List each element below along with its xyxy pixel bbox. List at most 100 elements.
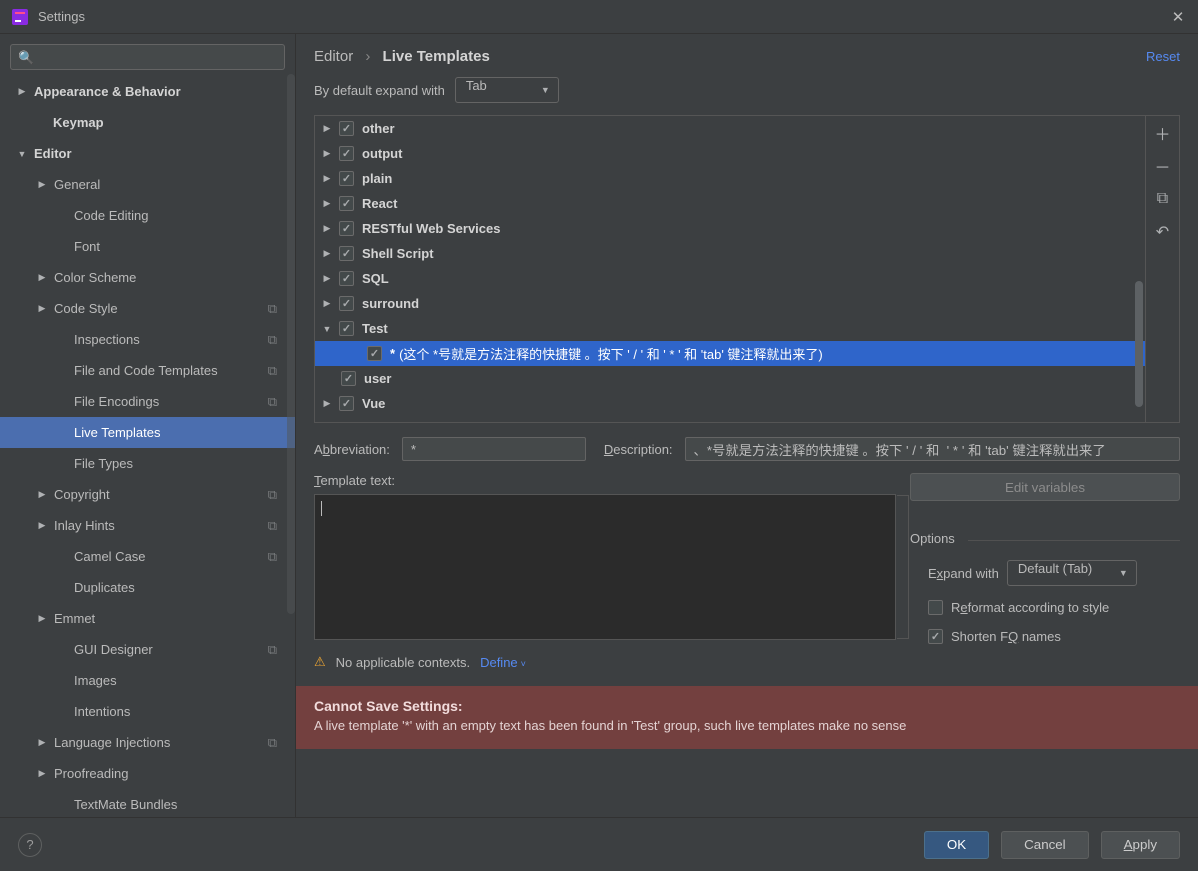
template-checkbox[interactable]: ✓ [339,221,354,236]
template-checkbox[interactable]: ✓ [339,321,354,336]
template-group-user[interactable]: ✓ user [315,366,1145,391]
expand-with-select-2[interactable]: Default (Tab) ▼ [1007,560,1137,586]
template-label: * [390,346,395,361]
template-checkbox[interactable]: ✓ [339,271,354,286]
define-link[interactable]: Define˅ [480,655,526,670]
sidebar-label: TextMate Bundles [74,797,277,812]
search-input[interactable] [10,44,285,70]
template-group-surround[interactable]: ▶✓surround [315,291,1145,316]
template-group--[interactable]: ✓* (这个 *号就是方法注释的快捷键 。按下 ' / ' 和 ' * ' 和 … [315,341,1145,366]
breadcrumb-current: Live Templates [383,48,490,65]
sidebar-item-live-templates[interactable]: Live Templates [0,417,295,448]
template-checkbox[interactable]: ✓ [339,146,354,161]
shorten-fq-checkbox[interactable]: ✓ [928,629,943,644]
footer: ? OK Cancel Apply [0,817,1198,871]
scrollbar[interactable] [897,495,909,639]
chevron-down-icon: ▼ [1119,568,1128,578]
template-group-output[interactable]: ▶✓output [315,141,1145,166]
scrollbar[interactable] [287,74,295,614]
sidebar-label: Editor [34,146,277,161]
sidebar-item-images[interactable]: Images [0,665,295,696]
abbreviation-input[interactable] [402,437,586,461]
help-button[interactable]: ? [18,833,42,857]
template-checkbox[interactable]: ✓ [339,296,354,311]
sidebar-item-color-scheme[interactable]: ▶Color Scheme [0,262,295,293]
sidebar-item-keymap[interactable]: Keymap [0,107,295,138]
sidebar-item-file-types[interactable]: File Types [0,448,295,479]
sidebar-label: GUI Designer [74,642,268,657]
sidebar-item-gui-designer[interactable]: GUI Designer⧉ [0,634,295,665]
add-button[interactable]: ＋ [1146,116,1180,149]
sidebar-item-font[interactable]: Font [0,231,295,262]
sidebar-item-appearance-behavior[interactable]: ▶Appearance & Behavior [0,76,295,107]
template-checkbox[interactable]: ✓ [339,121,354,136]
sidebar-label: Emmet [54,611,277,626]
template-group-shell-script[interactable]: ▶✓Shell Script [315,241,1145,266]
chevron-down-icon: ▼ [541,85,550,95]
template-group-react[interactable]: ▶ ✓ React [315,191,1145,216]
template-checkbox[interactable]: ✓ [339,196,354,211]
sidebar-item-camel-case[interactable]: Camel Case⧉ [0,541,295,572]
copy-button[interactable]: ⧉ [1146,182,1180,215]
sidebar-item-textmate-bundles[interactable]: TextMate Bundles [0,789,295,817]
template-group-vue[interactable]: ▶✓Vue [315,391,1145,416]
sidebar-label: Inspections [74,332,268,347]
template-label: RESTful Web Services [362,221,500,236]
sidebar-item-file-encodings[interactable]: File Encodings⧉ [0,386,295,417]
sidebar-item-intentions[interactable]: Intentions [0,696,295,727]
template-tree[interactable]: ▶✓other▶✓output▶✓plain▶✓React▶✓RESTful W… [315,116,1145,422]
breadcrumb-root: Editor [314,48,353,65]
template-label: React [362,196,397,211]
scope-icon: ⧉ [268,549,277,565]
sidebar-item-file-and-code-templates[interactable]: File and Code Templates⧉ [0,355,295,386]
scope-icon: ⧉ [268,332,277,348]
template-group-restful-web-services[interactable]: ▶✓RESTful Web Services [315,216,1145,241]
warning-icon: ⚠ [314,654,326,670]
reformat-checkbox[interactable] [928,600,943,615]
app-icon [12,9,28,25]
sidebar-label: Appearance & Behavior [34,84,277,99]
description-input[interactable] [685,437,1180,461]
scrollbar[interactable] [1135,281,1143,407]
sidebar-item-duplicates[interactable]: Duplicates [0,572,295,603]
template-checkbox[interactable]: ✓ [339,396,354,411]
template-group-plain[interactable]: ▶✓plain [315,166,1145,191]
ok-button[interactable]: OK [924,831,989,859]
sidebar-item-language-injections[interactable]: ▶Language Injections⧉ [0,727,295,758]
remove-button[interactable]: － [1146,149,1180,182]
error-title: Cannot Save Settings [314,698,458,714]
expand-with-select[interactable]: Tab ▼ [455,77,559,103]
chevron-icon: ▶ [321,173,333,184]
sidebar-item-code-style[interactable]: ▶Code Style⧉ [0,293,295,324]
sidebar-item-code-editing[interactable]: Code Editing [0,200,295,231]
sidebar-label: General [54,177,277,192]
sidebar-item-copyright[interactable]: ▶Copyright⧉ [0,479,295,510]
sidebar-item-emmet[interactable]: ▶Emmet [0,603,295,634]
close-icon[interactable]: ✕ [1170,9,1186,25]
template-group-other[interactable]: ▶✓other [315,116,1145,141]
description-label: Description: [604,442,673,457]
template-checkbox[interactable]: ✓ [367,346,382,361]
template-label: user [364,371,391,386]
sidebar-item-inlay-hints[interactable]: ▶Inlay Hints⧉ [0,510,295,541]
reset-link[interactable]: Reset [1146,49,1180,64]
sidebar-item-proofreading[interactable]: ▶Proofreading [0,758,295,789]
template-checkbox[interactable]: ✓ [339,246,354,261]
chevron-icon [56,427,68,439]
chevron-icon: ▶ [321,198,333,209]
template-checkbox[interactable]: ✓ [341,371,356,386]
sidebar-label: Duplicates [74,580,277,595]
apply-button[interactable]: Apply [1101,831,1180,859]
sidebar-item-editor[interactable]: ▼Editor [0,138,295,169]
chevron-icon: ▶ [321,298,333,309]
template-group-test[interactable]: ▼✓Test [315,316,1145,341]
sidebar-item-general[interactable]: ▶General [0,169,295,200]
template-checkbox[interactable]: ✓ [339,171,354,186]
revert-button[interactable]: ↶ [1146,215,1180,248]
error-banner: Cannot Save Settings: A live template '*… [296,686,1198,749]
template-text-editor[interactable] [314,494,896,640]
sidebar-item-inspections[interactable]: Inspections⧉ [0,324,295,355]
template-group-sql[interactable]: ▶✓SQL [315,266,1145,291]
chevron-icon: ▶ [321,398,333,409]
cancel-button[interactable]: Cancel [1001,831,1089,859]
